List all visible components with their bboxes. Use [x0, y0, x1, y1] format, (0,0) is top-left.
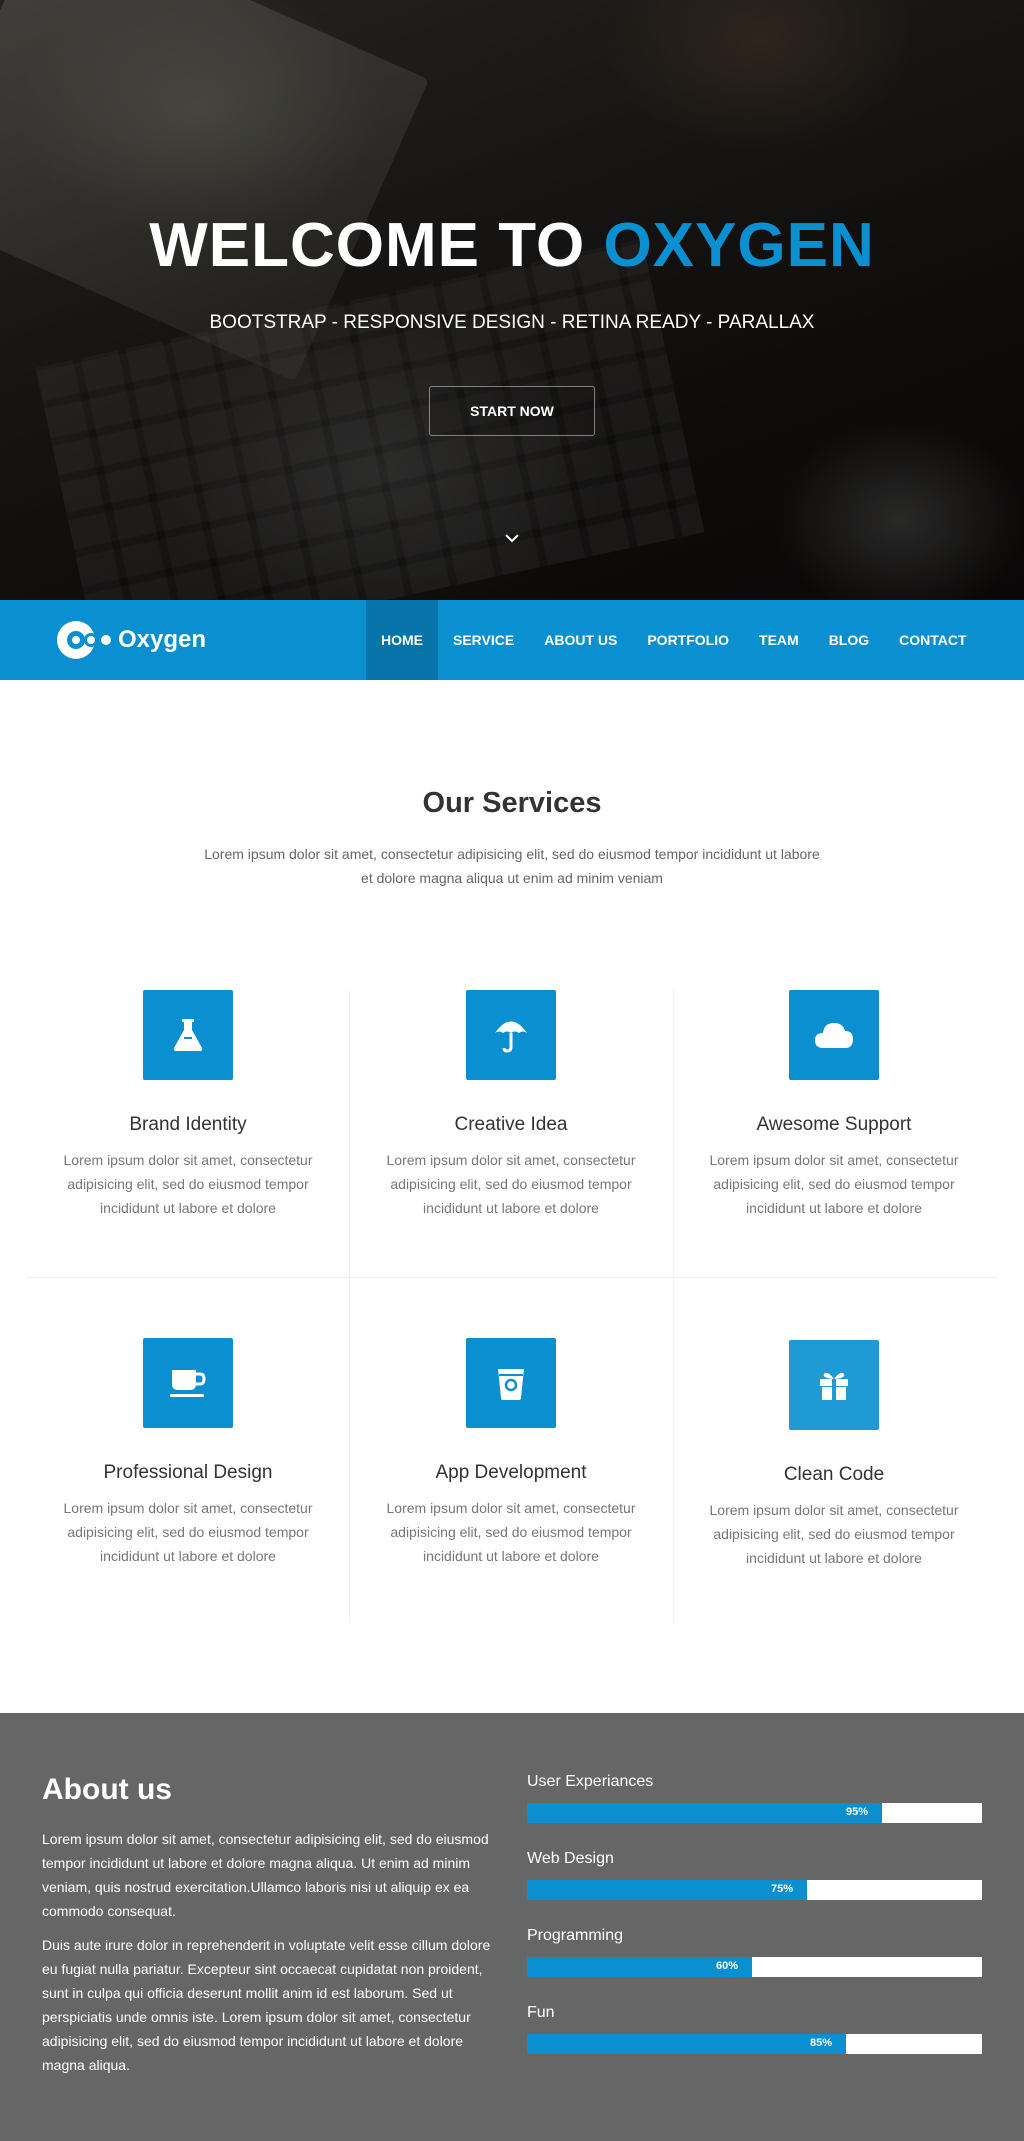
- service-card: Creative Idea Lorem ipsum dolor sit amet…: [371, 990, 651, 1220]
- skill-percent: 95%: [846, 1806, 869, 1818]
- main-nav: HOME SERVICE ABOUT US PORTFOLIO TEAM BLO…: [366, 600, 982, 680]
- nav-item-about-us[interactable]: ABOUT US: [529, 600, 632, 680]
- skill-bar: 95%: [527, 1803, 982, 1823]
- skill-bar: 85%: [527, 2034, 982, 2054]
- skill-item: Programming 60%: [527, 1927, 982, 1977]
- hero-overlay: [0, 0, 1024, 600]
- skill-percent: 75%: [771, 1883, 794, 1895]
- service-text: Lorem ipsum dolor sit amet, consectetur …: [709, 1502, 959, 1566]
- hero-section: WELCOME TO OXYGEN BOOTSTRAP - RESPONSIVE…: [0, 0, 1024, 600]
- nav-item-contact[interactable]: CONTACT: [884, 600, 981, 680]
- service-card: Brand Identity Lorem ipsum dolor sit ame…: [48, 990, 328, 1220]
- nav-item-team[interactable]: TEAM: [744, 600, 814, 680]
- skill-fill: [527, 2034, 846, 2054]
- services-title: Our Services: [422, 787, 602, 819]
- grid-divider: [26, 1277, 998, 1278]
- about-title: About us: [42, 1773, 172, 1806]
- service-text: Lorem ipsum dolor sit amet, consectetur …: [386, 1500, 636, 1564]
- service-title: Brand Identity: [129, 1114, 247, 1135]
- about-paragraph: Lorem ipsum dolor sit amet, consectetur …: [42, 1831, 489, 1919]
- bucket-icon: [466, 1338, 556, 1428]
- skill-label: Programming: [527, 1927, 624, 1944]
- service-text: Lorem ipsum dolor sit amet, consectetur …: [63, 1500, 313, 1564]
- skill-bar: 60%: [527, 1957, 982, 1977]
- service-title: Professional Design: [103, 1462, 273, 1483]
- skill-percent: 85%: [810, 2037, 833, 2049]
- logo-text: Oxygen: [118, 626, 207, 653]
- cloud-icon: [789, 990, 879, 1080]
- service-text: Lorem ipsum dolor sit amet, consectetur …: [709, 1152, 959, 1216]
- service-title: Awesome Support: [756, 1114, 912, 1135]
- logo-icon: [56, 618, 114, 662]
- service-title: App Development: [435, 1462, 587, 1483]
- nav-item-home[interactable]: HOME: [366, 600, 438, 680]
- skill-fill: [527, 1880, 807, 1900]
- service-card: Awesome Support Lorem ipsum dolor sit am…: [694, 990, 974, 1220]
- skill-label: User Experiances: [527, 1773, 654, 1790]
- nav-item-portfolio[interactable]: PORTFOLIO: [632, 600, 744, 680]
- skill-item: Fun 85%: [527, 2004, 982, 2054]
- coffee-icon: [143, 1338, 233, 1428]
- logo[interactable]: Oxygen: [56, 618, 206, 662]
- skill-label: Web Design: [527, 1850, 614, 1867]
- skill-item: Web Design 75%: [527, 1850, 982, 1900]
- services-intro: Lorem ipsum dolor sit amet, consectetur …: [204, 846, 820, 886]
- skill-bar: 75%: [527, 1880, 982, 1900]
- service-card: App Development Lorem ipsum dolor sit am…: [371, 1338, 651, 1568]
- navbar: Oxygen HOME SERVICE ABOUT US PORTFOLIO T…: [0, 600, 1024, 680]
- skill-percent: 60%: [716, 1960, 739, 1972]
- grid-divider: [349, 990, 350, 1622]
- nav-item-service[interactable]: SERVICE: [438, 600, 529, 680]
- hero-title-main: WELCOME TO: [149, 211, 604, 280]
- about-section: About us Lorem ipsum dolor sit amet, con…: [0, 1713, 1024, 2141]
- start-now-button[interactable]: START NOW: [429, 386, 595, 436]
- skill-label: Fun: [527, 2004, 555, 2021]
- service-card: Professional Design Lorem ipsum dolor si…: [48, 1338, 328, 1568]
- hero-title-accent: OXYGEN: [603, 211, 875, 280]
- about-paragraph: Duis aute irure dolor in reprehenderit i…: [42, 1937, 491, 2073]
- flask-icon: [143, 990, 233, 1080]
- umbrella-icon: [466, 990, 556, 1080]
- skill-fill: [527, 1803, 882, 1823]
- service-text: Lorem ipsum dolor sit amet, consectetur …: [63, 1152, 313, 1216]
- nav-item-blog[interactable]: BLOG: [814, 600, 884, 680]
- service-card: Clean Code Lorem ipsum dolor sit amet, c…: [694, 1340, 974, 1570]
- hero-subtitle: BOOTSTRAP - RESPONSIVE DESIGN - RETINA R…: [209, 312, 815, 333]
- skill-item: User Experiances 95%: [527, 1773, 982, 1823]
- grid-divider: [673, 990, 674, 1622]
- chevron-down-icon[interactable]: [500, 526, 524, 550]
- service-text: Lorem ipsum dolor sit amet, consectetur …: [386, 1152, 636, 1216]
- gift-icon: [789, 1340, 879, 1430]
- service-title: Creative Idea: [454, 1114, 568, 1135]
- hero-title: WELCOME TO OXYGEN: [0, 210, 1024, 281]
- service-title: Clean Code: [783, 1464, 885, 1485]
